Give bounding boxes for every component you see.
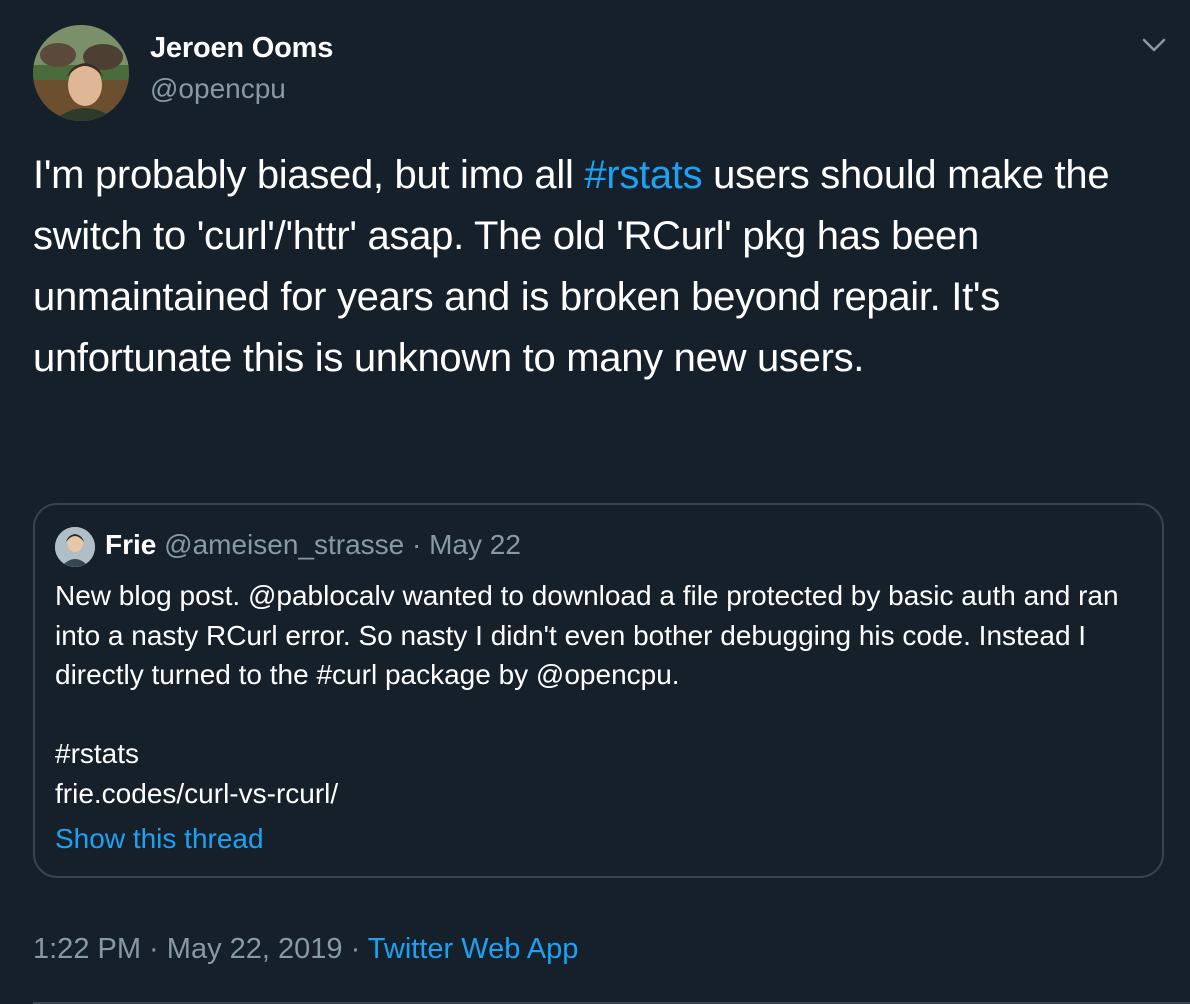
hashtag-link[interactable]: #rstats — [584, 153, 702, 197]
chevron-down-icon[interactable] — [1136, 30, 1172, 60]
tweet-text-part1: I'm probably biased, but imo all — [33, 153, 585, 197]
quoted-avatar-photo — [55, 527, 95, 567]
avatar-photo — [33, 25, 129, 121]
tweet-text: I'm probably biased, but imo all #rstats… — [33, 145, 1153, 389]
tweet-meta: 1:22 PM · May 22, 2019 · Twitter Web App — [33, 933, 578, 966]
author-handle[interactable]: @opencpu — [150, 73, 286, 105]
quoted-author-handle[interactable]: @ameisen_strasse — [164, 529, 404, 560]
quoted-tweet-body: New blog post. @pablocalv wanted to down… — [55, 576, 1145, 813]
author-avatar[interactable] — [33, 25, 129, 121]
quoted-header: Frie @ameisen_strasse · May 22 — [105, 529, 521, 561]
show-thread-link[interactable]: Show this thread — [55, 823, 264, 855]
quoted-tweet-card[interactable]: Frie @ameisen_strasse · May 22 New blog … — [33, 503, 1164, 878]
source-app-link[interactable]: Twitter Web App — [368, 933, 579, 965]
quoted-date[interactable]: May 22 — [429, 529, 521, 560]
meta-separator: · — [342, 933, 368, 965]
quoted-tag-line: #rstats — [55, 738, 140, 769]
tweet: Jeroen Ooms @opencpu I'm probably biased… — [0, 0, 1190, 1004]
quoted-link-line: frie.codes/curl-vs-rcurl/ — [55, 777, 339, 809]
author-name[interactable]: Jeroen Ooms — [150, 32, 333, 65]
quoted-author-name[interactable]: Frie — [105, 529, 156, 560]
quoted-paragraph: New blog post. @pablocalv wanted to down… — [55, 580, 1119, 690]
tweet-time[interactable]: 1:22 PM — [33, 933, 141, 965]
meta-separator: · — [141, 933, 167, 965]
quoted-author-avatar[interactable] — [55, 527, 95, 567]
tweet-date[interactable]: May 22, 2019 — [167, 933, 343, 965]
quoted-separator: · — [404, 529, 430, 560]
